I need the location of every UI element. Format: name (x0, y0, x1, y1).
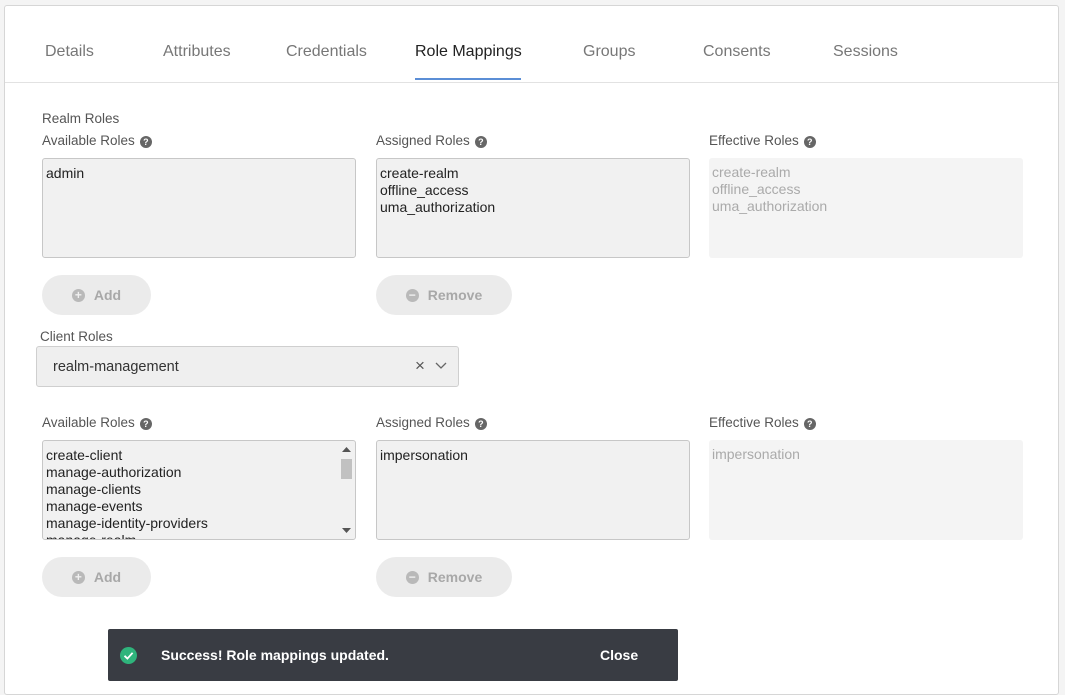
realm-add-button[interactable]: + Add (42, 275, 151, 315)
client-effective-roles-text: Effective Roles (709, 415, 799, 430)
realm-effective-roles-label: Effective Roles? (709, 133, 816, 148)
effective-role-item: offline_access (712, 181, 801, 197)
client-select[interactable]: realm-management × (36, 346, 459, 387)
remove-button-label: Remove (427, 287, 483, 303)
role-option[interactable]: admin (46, 165, 352, 182)
add-button-label: Add (93, 569, 122, 585)
add-button-label: Add (93, 287, 122, 303)
tab-sessions[interactable]: Sessions (833, 43, 898, 61)
active-tab-indicator (415, 78, 521, 80)
effective-role-item: uma_authorization (712, 198, 828, 214)
role-option[interactable]: manage-realm (46, 532, 352, 539)
role-option[interactable]: manage-identity-providers (46, 515, 352, 532)
client-select-value: realm-management (53, 359, 179, 375)
scrollbar-thumb[interactable] (341, 459, 352, 479)
role-option[interactable]: uma_authorization (380, 199, 686, 216)
realm-assigned-roles-text: Assigned Roles (376, 133, 470, 148)
realm-remove-button[interactable]: − Remove (376, 275, 512, 315)
role-option[interactable]: create-client (46, 447, 352, 464)
tab-role-mappings[interactable]: Role Mappings (415, 43, 522, 61)
remove-button-label: Remove (427, 569, 483, 585)
realm-available-roles-label: Available Roles? (42, 133, 152, 148)
minus-circle-icon: − (405, 288, 419, 302)
role-option[interactable]: offline_access (380, 182, 686, 199)
tab-details[interactable]: Details (45, 43, 94, 61)
effective-role-item: impersonation (712, 446, 800, 462)
close-icon[interactable]: × (415, 356, 425, 376)
success-toast: Success! Role mappings updated. Close (108, 629, 678, 681)
role-option[interactable]: impersonation (380, 447, 686, 464)
toast-message: Success! Role mappings updated. (161, 647, 389, 663)
tab-bar: Details Attributes Credentials Role Mapp… (5, 6, 1058, 83)
scrollbar[interactable] (339, 442, 354, 538)
plus-circle-icon: + (71, 288, 85, 302)
help-icon[interactable]: ? (803, 418, 816, 430)
role-option[interactable]: manage-events (46, 498, 352, 515)
client-assigned-roles-list[interactable]: impersonation (376, 440, 690, 540)
help-icon[interactable]: ? (474, 136, 487, 148)
help-icon[interactable]: ? (139, 136, 152, 148)
plus-circle-icon: + (71, 570, 85, 584)
client-available-roles-list[interactable]: create-client manage-authorization manag… (42, 440, 356, 540)
realm-available-roles-text: Available Roles (42, 133, 135, 148)
tab-credentials[interactable]: Credentials (286, 43, 367, 61)
check-circle-icon (120, 647, 137, 664)
effective-role-item: create-realm (712, 164, 791, 180)
role-option[interactable]: manage-authorization (46, 464, 352, 481)
chevron-down-icon[interactable] (435, 358, 447, 372)
client-roles-label: Client Roles (40, 329, 113, 344)
realm-effective-roles-list: create-realm offline_access uma_authoriz… (709, 158, 1023, 258)
help-icon[interactable]: ? (474, 418, 487, 430)
tab-groups[interactable]: Groups (583, 43, 635, 61)
realm-assigned-roles-list[interactable]: create-realm offline_access uma_authoriz… (376, 158, 690, 258)
role-option[interactable]: create-realm (380, 165, 686, 182)
client-available-roles-text: Available Roles (42, 415, 135, 430)
client-effective-roles-label: Effective Roles? (709, 415, 816, 430)
tab-consents[interactable]: Consents (703, 43, 771, 61)
scroll-up-icon[interactable] (342, 447, 351, 453)
help-icon[interactable]: ? (139, 418, 152, 430)
role-option[interactable]: manage-clients (46, 481, 352, 498)
realm-roles-label: Realm Roles (42, 111, 120, 126)
client-assigned-roles-label: Assigned Roles? (376, 415, 487, 430)
realm-effective-roles-text: Effective Roles (709, 133, 799, 148)
realm-assigned-roles-label: Assigned Roles? (376, 133, 487, 148)
client-assigned-roles-text: Assigned Roles (376, 415, 470, 430)
help-icon[interactable]: ? (803, 136, 816, 148)
toast-close-button[interactable]: Close (600, 647, 638, 663)
scroll-down-icon[interactable] (342, 528, 351, 534)
client-remove-button[interactable]: − Remove (376, 557, 512, 597)
realm-available-roles-list[interactable]: admin (42, 158, 356, 258)
minus-circle-icon: − (405, 570, 419, 584)
client-effective-roles-list: impersonation (709, 440, 1023, 540)
client-available-roles-label: Available Roles? (42, 415, 152, 430)
tab-attributes[interactable]: Attributes (163, 43, 231, 61)
client-add-button[interactable]: + Add (42, 557, 151, 597)
